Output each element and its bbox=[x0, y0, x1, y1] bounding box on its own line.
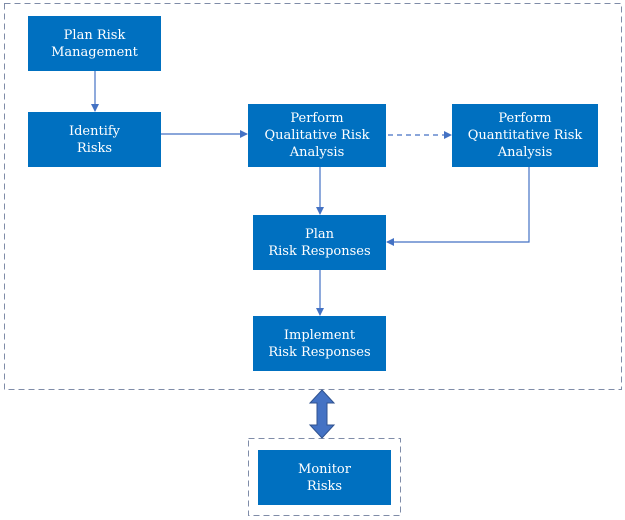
node-label: Perform bbox=[290, 111, 344, 126]
node-plan-risk-responses[interactable]: Plan Risk Responses bbox=[253, 215, 386, 270]
node-qualitative-analysis[interactable]: Perform Qualitative Risk Analysis bbox=[248, 104, 386, 167]
node-implement-risk-responses[interactable]: Implement Risk Responses bbox=[253, 316, 386, 371]
node-label: Analysis bbox=[289, 145, 345, 160]
node-label: Risk Responses bbox=[268, 344, 371, 360]
node-label: Risk Responses bbox=[268, 243, 371, 259]
node-label: Management bbox=[51, 44, 138, 60]
node-label: Risks bbox=[306, 478, 343, 494]
node-label: Analysis bbox=[497, 145, 553, 160]
node-label: Monitor bbox=[298, 461, 351, 477]
double-arrow-icon bbox=[308, 389, 336, 439]
node-label: Plan Risk bbox=[63, 27, 126, 43]
node-label: Implement bbox=[283, 327, 356, 343]
node-label: Plan bbox=[304, 226, 335, 242]
node-quantitative-analysis[interactable]: Perform Quantitative Risk Analysis bbox=[452, 104, 598, 167]
node-plan-risk-management[interactable]: Plan Risk Management bbox=[28, 16, 161, 71]
node-label: Risks bbox=[76, 140, 113, 156]
node-label: Perform bbox=[498, 111, 552, 126]
node-label: Qualitative Risk bbox=[264, 128, 370, 143]
node-monitor-risks[interactable]: Monitor Risks bbox=[258, 450, 391, 505]
node-identify-risks[interactable]: Identify Risks bbox=[28, 112, 161, 167]
node-label: Quantitative Risk bbox=[467, 128, 583, 143]
edge-quantitative-to-responses bbox=[386, 167, 530, 246]
node-label: Identify bbox=[68, 123, 121, 139]
